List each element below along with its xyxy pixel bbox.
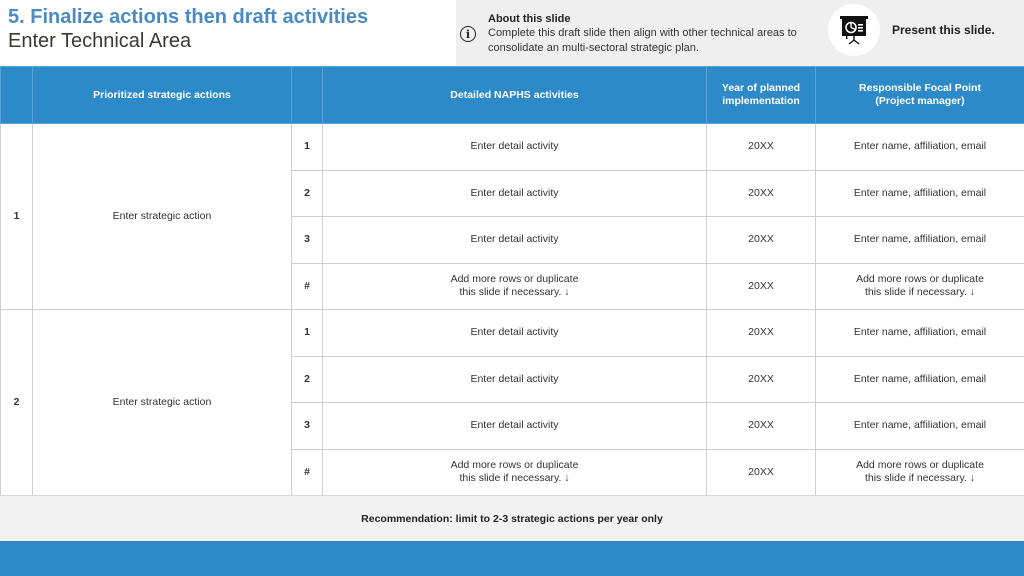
year-cell[interactable]: 20XX [706, 123, 816, 171]
activity-cell[interactable]: Enter detail activity [322, 169, 707, 217]
focal-point-cell[interactable]: Enter name, affiliation, email [815, 355, 1024, 403]
year-cell[interactable]: 20XX [706, 262, 816, 310]
activity-cell-line: this slide if necessary. ↓ [459, 286, 570, 299]
header-focal-point: Responsible Focal Point (Project manager… [815, 66, 1024, 124]
focal-point-cell[interactable]: Enter name, affiliation, email [815, 402, 1024, 450]
activity-cell-line: Enter detail activity [470, 326, 559, 339]
focal-point-cell[interactable]: Enter name, affiliation, email [815, 216, 1024, 264]
info-icon: i [460, 26, 476, 42]
activity-cell-line: Enter detail activity [470, 419, 559, 432]
about-slide-panel: i About this slide Complete this draft s… [456, 0, 1024, 66]
present-slide-label[interactable]: Present this slide. [892, 23, 995, 37]
activities-table: Prioritized strategic actions Detailed N… [0, 66, 1024, 496]
present-slide-button[interactable] [828, 4, 880, 56]
technical-area-subtitle[interactable]: Enter Technical Area [8, 30, 191, 53]
recommendation-note: Recommendation: limit to 2-3 strategic a… [0, 495, 1024, 541]
header-sub-number [291, 66, 323, 124]
activity-cell[interactable]: Enter detail activity [322, 309, 707, 357]
activity-cell[interactable]: Add more rows or duplicate this slide if … [322, 448, 707, 496]
activity-cell-line: Add more rows or duplicate [450, 459, 579, 472]
footer-bar [0, 541, 1024, 576]
focal-point-cell-line: Enter name, affiliation, email [853, 372, 987, 385]
slide-header: 5. Finalize actions then draft activitie… [0, 0, 1024, 66]
table-header-row: Prioritized strategic actions Detailed N… [0, 66, 1024, 124]
activity-number: 3 [291, 402, 323, 450]
focal-point-cell[interactable]: Add more rows or duplicate this slide if … [815, 448, 1024, 496]
focal-point-cell[interactable]: Enter name, affiliation, email [815, 169, 1024, 217]
header-focal-line2: (Project manager) [875, 95, 965, 107]
table-row: 2 Enter strategic action 1 Enter detail act… [0, 309, 1024, 496]
focal-point-cell-line: this slide if necessary. ↓ [864, 286, 976, 299]
header-number [0, 66, 33, 124]
focal-point-cell-line: Add more rows or duplicate [856, 273, 984, 286]
strategic-action-number: 1 [0, 123, 33, 310]
activity-number: 2 [291, 169, 323, 217]
year-cell[interactable]: 20XX [706, 402, 816, 450]
activity-cell-line: Enter detail activity [470, 233, 559, 246]
about-text: Complete this draft slide then align wit… [488, 27, 797, 54]
header-year-line1: Year of planned [721, 82, 801, 94]
activity-cell-line: Add more rows or duplicate [450, 273, 579, 286]
focal-point-cell-line: Enter name, affiliation, email [853, 233, 987, 246]
about-title: About this slide [488, 13, 571, 25]
header-naphs-activities: Detailed NAPHS activities [322, 66, 707, 124]
focal-point-cell-line: Enter name, affiliation, email [853, 140, 987, 153]
activity-number: # [291, 448, 323, 496]
table-row: 1 Enter strategic action 1 Enter detail act… [0, 123, 1024, 310]
activity-cell-line: Enter detail activity [470, 186, 559, 199]
activity-number: 1 [291, 123, 323, 171]
strategic-action-cell[interactable]: Enter strategic action [32, 123, 292, 310]
year-cell[interactable]: 20XX [706, 309, 816, 357]
activity-number: 2 [291, 355, 323, 403]
header-year-line2: implementation [722, 95, 800, 107]
activity-cell[interactable]: Enter detail activity [322, 402, 707, 450]
presentation-board-icon [840, 16, 868, 45]
activity-cell[interactable]: Enter detail activity [322, 123, 707, 171]
strategic-action-cell[interactable]: Enter strategic action [32, 309, 292, 496]
header-focal-line1: Responsible Focal Point [859, 82, 981, 94]
activity-cell-line: this slide if necessary. ↓ [459, 472, 570, 485]
activity-cell[interactable]: Enter detail activity [322, 355, 707, 403]
focal-point-cell-line: this slide if necessary. ↓ [864, 472, 976, 485]
year-cell[interactable]: 20XX [706, 216, 816, 264]
activity-cell-line: Enter detail activity [470, 140, 559, 153]
strategic-action-number: 2 [0, 309, 33, 496]
activity-number: 3 [291, 216, 323, 264]
focal-point-cell-line: Enter name, affiliation, email [853, 186, 987, 199]
header-strategic-actions: Prioritized strategic actions [32, 66, 292, 124]
focal-point-cell-line: Enter name, affiliation, email [853, 419, 987, 432]
activity-number: # [291, 262, 323, 310]
focal-point-cell-line: Add more rows or duplicate [856, 459, 984, 472]
focal-point-cell[interactable]: Enter name, affiliation, email [815, 309, 1024, 357]
activity-cell[interactable]: Add more rows or duplicate this slide if … [322, 262, 707, 310]
focal-point-cell[interactable]: Enter name, affiliation, email [815, 123, 1024, 171]
focal-point-cell-line: Enter name, affiliation, email [853, 326, 987, 339]
activity-number: 1 [291, 309, 323, 357]
focal-point-cell[interactable]: Add more rows or duplicate this slide if … [815, 262, 1024, 310]
year-cell[interactable]: 20XX [706, 448, 816, 496]
header-year: Year of planned implementation [706, 66, 816, 124]
slide-title: 5. Finalize actions then draft activitie… [8, 6, 369, 28]
activity-cell-line: Enter detail activity [470, 372, 559, 385]
title-area: 5. Finalize actions then draft activitie… [0, 0, 456, 66]
year-cell[interactable]: 20XX [706, 169, 816, 217]
activity-cell[interactable]: Enter detail activity [322, 216, 707, 264]
year-cell[interactable]: 20XX [706, 355, 816, 403]
